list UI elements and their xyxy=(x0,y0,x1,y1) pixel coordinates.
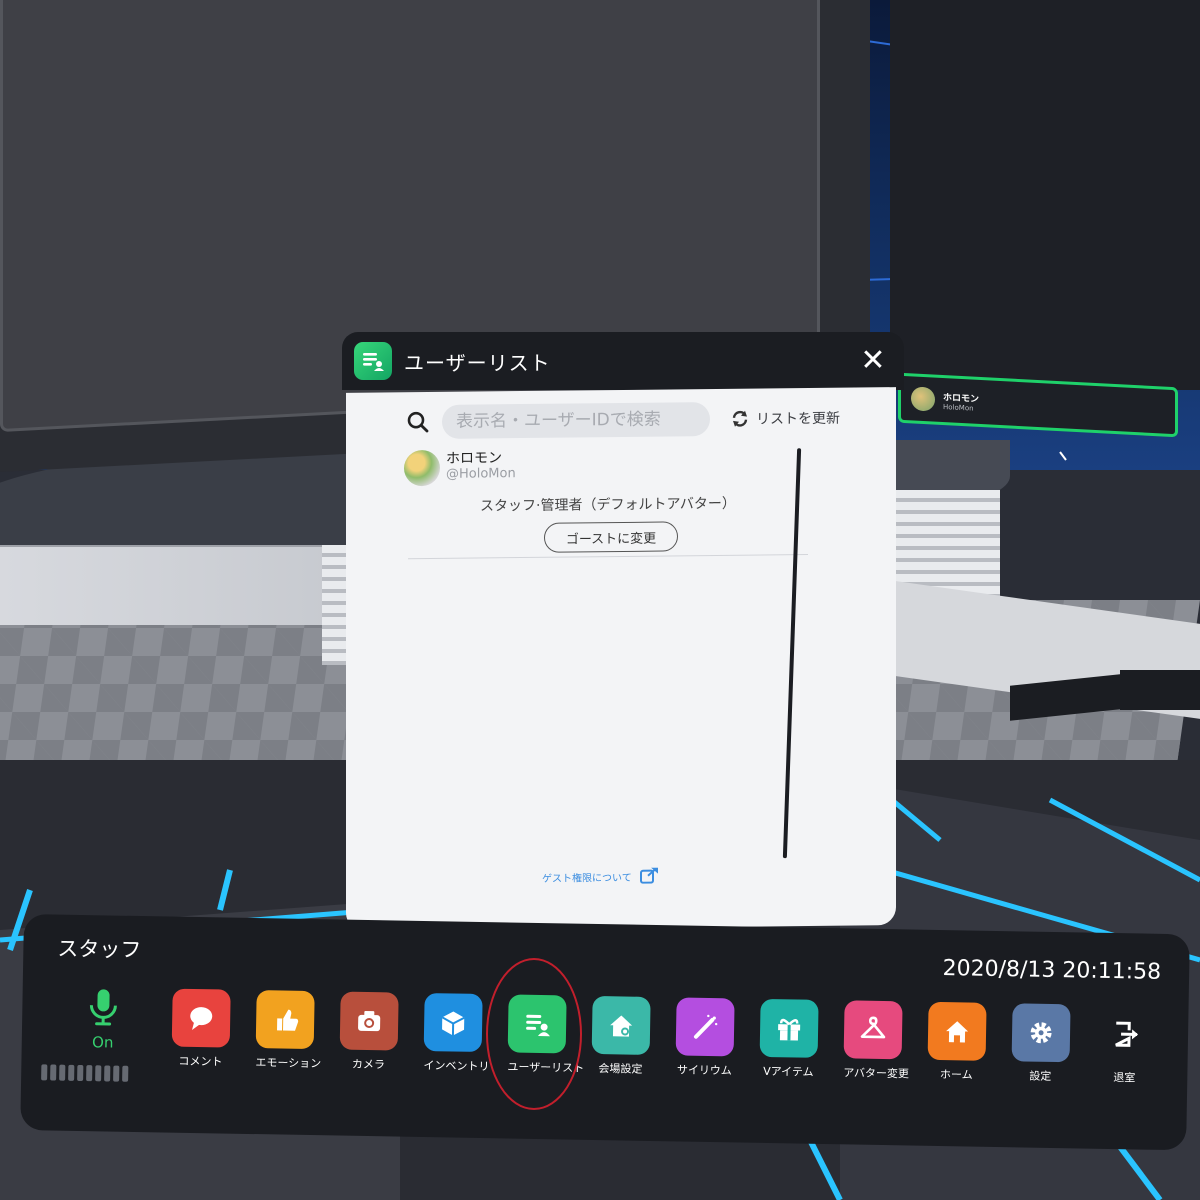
dock-item-exit[interactable]: 退室 xyxy=(1095,1005,1154,1086)
guest-permissions-link[interactable]: ゲスト権限について xyxy=(542,867,658,885)
dock-item-label: サイリウム xyxy=(676,1063,732,1078)
dock-item-home[interactable]: ホーム xyxy=(927,1001,987,1083)
dock-item-venue-settings[interactable]: 会場設定 xyxy=(591,995,651,1077)
mic-level-bar xyxy=(77,1064,84,1082)
mic-level-bar xyxy=(104,1065,111,1082)
search-icon[interactable] xyxy=(406,410,430,434)
external-link-icon xyxy=(639,867,658,884)
dock-item-thumbs-up[interactable]: エモーション xyxy=(255,990,322,1071)
user-role: スタッフ·管理者（デフォルトアバター） xyxy=(480,495,736,515)
glowstick-icon xyxy=(675,997,735,1057)
role-label: スタッフ xyxy=(57,936,142,963)
dock-item-label: アバター変更 xyxy=(843,1066,910,1081)
user-handle: @HoloMon xyxy=(446,466,516,482)
mic-level-bar xyxy=(113,1065,120,1082)
bottom-menu-dock: スタッフ 2020/8/13 20:11:58 On コメント エモーション カメラ… xyxy=(20,914,1190,1151)
mic-status: On xyxy=(91,1033,114,1052)
dock-item-glowstick[interactable]: サイリウム xyxy=(675,997,735,1078)
floor-block xyxy=(1120,670,1200,710)
datetime-display: 2020/8/13 20:11:58 xyxy=(942,956,1162,985)
dock-item-label: 退室 xyxy=(1113,1071,1136,1085)
dock-item-camera[interactable]: カメラ xyxy=(339,991,399,1073)
camera-icon xyxy=(339,991,399,1051)
dock-item-label: 設定 xyxy=(1029,1069,1052,1083)
hanger-icon xyxy=(843,1000,903,1060)
dock-item-hanger[interactable]: アバター変更 xyxy=(843,1000,910,1081)
dock-item-label: コメント xyxy=(178,1054,223,1069)
thumbs-up-icon xyxy=(255,990,315,1050)
divider xyxy=(408,554,808,560)
home-icon xyxy=(927,1001,987,1061)
dock-item-label: インベントリ xyxy=(423,1058,490,1074)
panel-header: ユーザーリスト ✕ xyxy=(342,332,904,390)
search-input[interactable] xyxy=(442,402,710,439)
mic-level-bar xyxy=(86,1065,93,1082)
dock-item-gift[interactable]: Vアイテム xyxy=(759,998,819,1080)
panel-title: ユーザーリスト xyxy=(404,350,551,375)
search-bar: リストを更新 xyxy=(406,399,876,440)
gear-icon xyxy=(1011,1003,1071,1063)
large-screen-right xyxy=(890,0,1200,390)
mic-level-bar xyxy=(68,1064,75,1081)
mic-level-bar xyxy=(59,1064,66,1081)
refresh-label: リストを更新 xyxy=(756,410,840,428)
user-list-panel: ユーザーリスト ✕ リストを更新 ホロモン xyxy=(342,332,904,931)
list-item: ホロモン @HoloMon スタッフ·管理者（デフォルトアバター） ゴーストに変… xyxy=(404,446,824,553)
avatar xyxy=(404,449,440,487)
user-name: ホロモン xyxy=(446,450,502,467)
venue-settings-icon xyxy=(591,995,651,1055)
scrollbar[interactable] xyxy=(782,448,802,859)
box-icon xyxy=(423,993,483,1053)
dock-item-gear[interactable]: 設定 xyxy=(1011,1003,1071,1084)
dock-item-label: 会場設定 xyxy=(598,1062,643,1076)
gift-icon xyxy=(759,998,819,1058)
mic-level-bar xyxy=(95,1065,102,1082)
refresh-list-button[interactable]: リストを更新 xyxy=(730,408,840,429)
close-button[interactable]: ✕ xyxy=(858,346,888,376)
dock-item-label: カメラ xyxy=(351,1057,386,1072)
dock-menu-items: コメント エモーション カメラ インベントリ ユーザーリスト 会場設定 サイリウム Vアイテム… xyxy=(171,988,1154,1086)
close-icon: ✕ xyxy=(860,343,886,378)
mic-level-bar xyxy=(122,1065,129,1082)
dock-item-speech-bubble[interactable]: コメント xyxy=(171,988,231,1070)
user-list-icon xyxy=(354,342,392,380)
refresh-icon xyxy=(732,410,748,427)
dock-item-box[interactable]: インベントリ xyxy=(423,993,490,1074)
mic-toggle[interactable]: On xyxy=(78,987,129,1052)
highlight-circle xyxy=(486,958,582,1110)
dock-item-label: ホーム xyxy=(939,1068,973,1082)
mic-level-meter xyxy=(41,1064,129,1082)
exit-icon xyxy=(1096,1005,1155,1064)
dock-item-label: エモーション xyxy=(255,1056,322,1071)
mic-level-bar xyxy=(50,1064,57,1081)
mic-level-bar xyxy=(41,1064,48,1081)
user-handle: HoloMon xyxy=(943,402,974,413)
change-to-ghost-button[interactable]: ゴーストに変更 xyxy=(544,521,678,553)
avatar xyxy=(911,386,935,412)
speech-bubble-icon xyxy=(171,988,231,1048)
dock-item-label: Vアイテム xyxy=(763,1064,814,1079)
microphone-icon xyxy=(89,989,117,1026)
guest-link-label: ゲスト権限について xyxy=(542,872,632,885)
panel-body: リストを更新 ホロモン @HoloMon スタッフ·管理者（デフォルトアバター）… xyxy=(346,387,896,931)
